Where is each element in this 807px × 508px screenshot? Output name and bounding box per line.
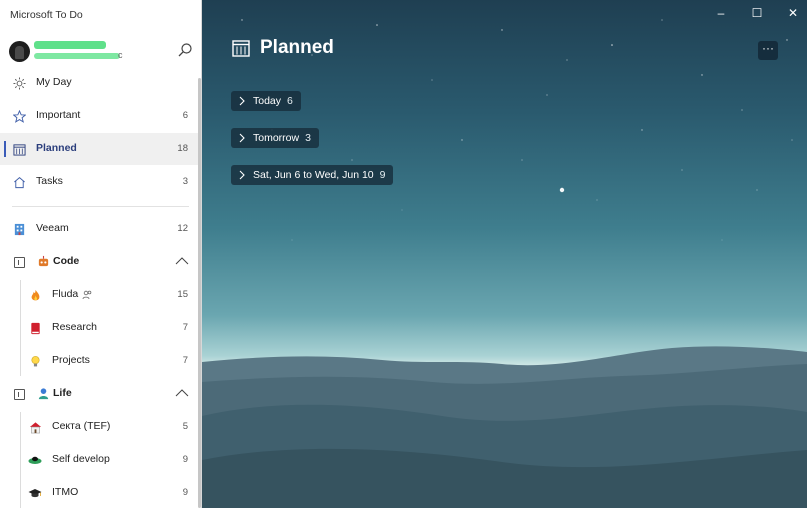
sidebar-item-label: Секта (TEF) (52, 420, 111, 432)
star-icon (12, 109, 26, 123)
calendar-icon (232, 40, 250, 57)
flying-disc-icon (28, 453, 42, 467)
maximize-button[interactable]: ☐ (749, 6, 765, 20)
avatar (9, 41, 30, 62)
sidebar-item-label: Self develop (52, 453, 110, 465)
sidebar-divider (12, 206, 189, 207)
group-upcoming[interactable]: Sat, Jun 6 to Wed, Jun 10 9 (231, 165, 394, 185)
sidebar-item-important[interactable]: Important 6 (0, 100, 198, 132)
background-dunes (202, 346, 807, 508)
account-email-redacted (34, 53, 120, 59)
group-label: Life (53, 387, 72, 399)
group-label: Today (253, 95, 282, 107)
sidebar-item-count: 7 (182, 355, 188, 366)
sidebar-item-count: 9 (182, 454, 188, 465)
account-email-tail: c (118, 50, 123, 60)
group-count: 3 (305, 132, 311, 144)
lightbulb-icon (28, 354, 42, 368)
group-tomorrow[interactable]: Tomorrow 3 (231, 128, 319, 148)
sidebar-item-label: Projects (52, 354, 90, 366)
main-pane: – ☐ ✕ Planned ··· Today 6 Tomorrow 3 Sat… (202, 0, 807, 508)
graduation-cap-icon (28, 486, 42, 500)
sidebar: Microsoft To Do c My Day Important 6 Pla… (0, 0, 202, 508)
sidebar-item-count: 6 (182, 110, 188, 121)
sidebar-item-projects[interactable]: Projects 7 (0, 345, 198, 377)
chevron-right-icon (239, 96, 245, 106)
chevron-right-icon (239, 170, 245, 180)
book-icon (28, 321, 42, 335)
group-count: 6 (287, 95, 293, 107)
search-icon[interactable] (177, 42, 193, 58)
page-title: Planned (260, 37, 334, 58)
building-icon (12, 222, 26, 236)
close-button[interactable]: ✕ (785, 6, 801, 20)
minimize-button[interactable]: – (713, 6, 729, 20)
sidebar-item-veeam[interactable]: Veeam 12 (0, 213, 198, 245)
more-options-button[interactable]: ··· (758, 41, 778, 60)
sidebar-item-count: 18 (177, 143, 188, 154)
group-code[interactable]: Code (0, 246, 198, 278)
sun-icon (12, 76, 26, 90)
sidebar-item-fluda[interactable]: Fluda 15 (0, 279, 198, 311)
chevron-up-icon[interactable] (175, 255, 189, 267)
home-icon (12, 175, 26, 189)
sidebar-item-count: 5 (182, 421, 188, 432)
shared-people-icon (82, 290, 92, 300)
sidebar-item-label: Important (36, 109, 81, 121)
sidebar-item-count: 3 (182, 176, 188, 187)
group-label: Tomorrow (253, 132, 300, 144)
group-label: Sat, Jun 6 to Wed, Jun 10 (253, 169, 374, 181)
group-life[interactable]: Life (0, 378, 198, 410)
sidebar-item-self-develop[interactable]: Self develop 9 (0, 444, 198, 476)
sidebar-item-research[interactable]: Research 7 (0, 312, 198, 344)
sidebar-item-tasks[interactable]: Tasks 3 (0, 166, 198, 198)
sidebar-item-itmo[interactable]: ITMO 9 (0, 477, 198, 508)
app-title: Microsoft To Do (10, 9, 83, 21)
account-name-redacted (34, 41, 106, 49)
sidebar-item-label: ITMO (52, 486, 79, 498)
group-icon (14, 389, 25, 400)
group-count: 9 (379, 169, 386, 181)
sidebar-item-count: 9 (182, 487, 188, 498)
sidebar-item-count: 7 (182, 322, 188, 333)
sidebar-item-my-day[interactable]: My Day (0, 67, 198, 99)
sidebar-scrollbar[interactable] (198, 78, 201, 508)
sidebar-item-label: Fluda (52, 288, 79, 300)
calendar-icon (12, 142, 26, 156)
sidebar-item-label: Tasks (36, 175, 63, 187)
chevron-right-icon (239, 133, 245, 143)
sidebar-item-label: Research (52, 321, 97, 333)
sidebar-item-label: Planned (36, 142, 77, 154)
sidebar-item-count: 12 (177, 223, 188, 234)
robot-icon (37, 255, 50, 271)
group-label: Code (53, 255, 80, 267)
fire-icon (28, 288, 42, 302)
sidebar-item-label: Veeam (36, 222, 69, 234)
house-icon (28, 420, 42, 434)
chevron-up-icon[interactable] (175, 387, 189, 399)
sidebar-item-label: My Day (36, 76, 72, 88)
person-icon (37, 387, 50, 403)
sidebar-item-count: 15 (177, 289, 188, 300)
sidebar-item-sekta[interactable]: Секта (TEF) 5 (0, 411, 198, 443)
group-icon (14, 257, 25, 268)
account-button[interactable]: c (0, 36, 201, 66)
sidebar-item-planned[interactable]: Planned 18 (0, 133, 198, 165)
group-today[interactable]: Today 6 (231, 91, 301, 111)
